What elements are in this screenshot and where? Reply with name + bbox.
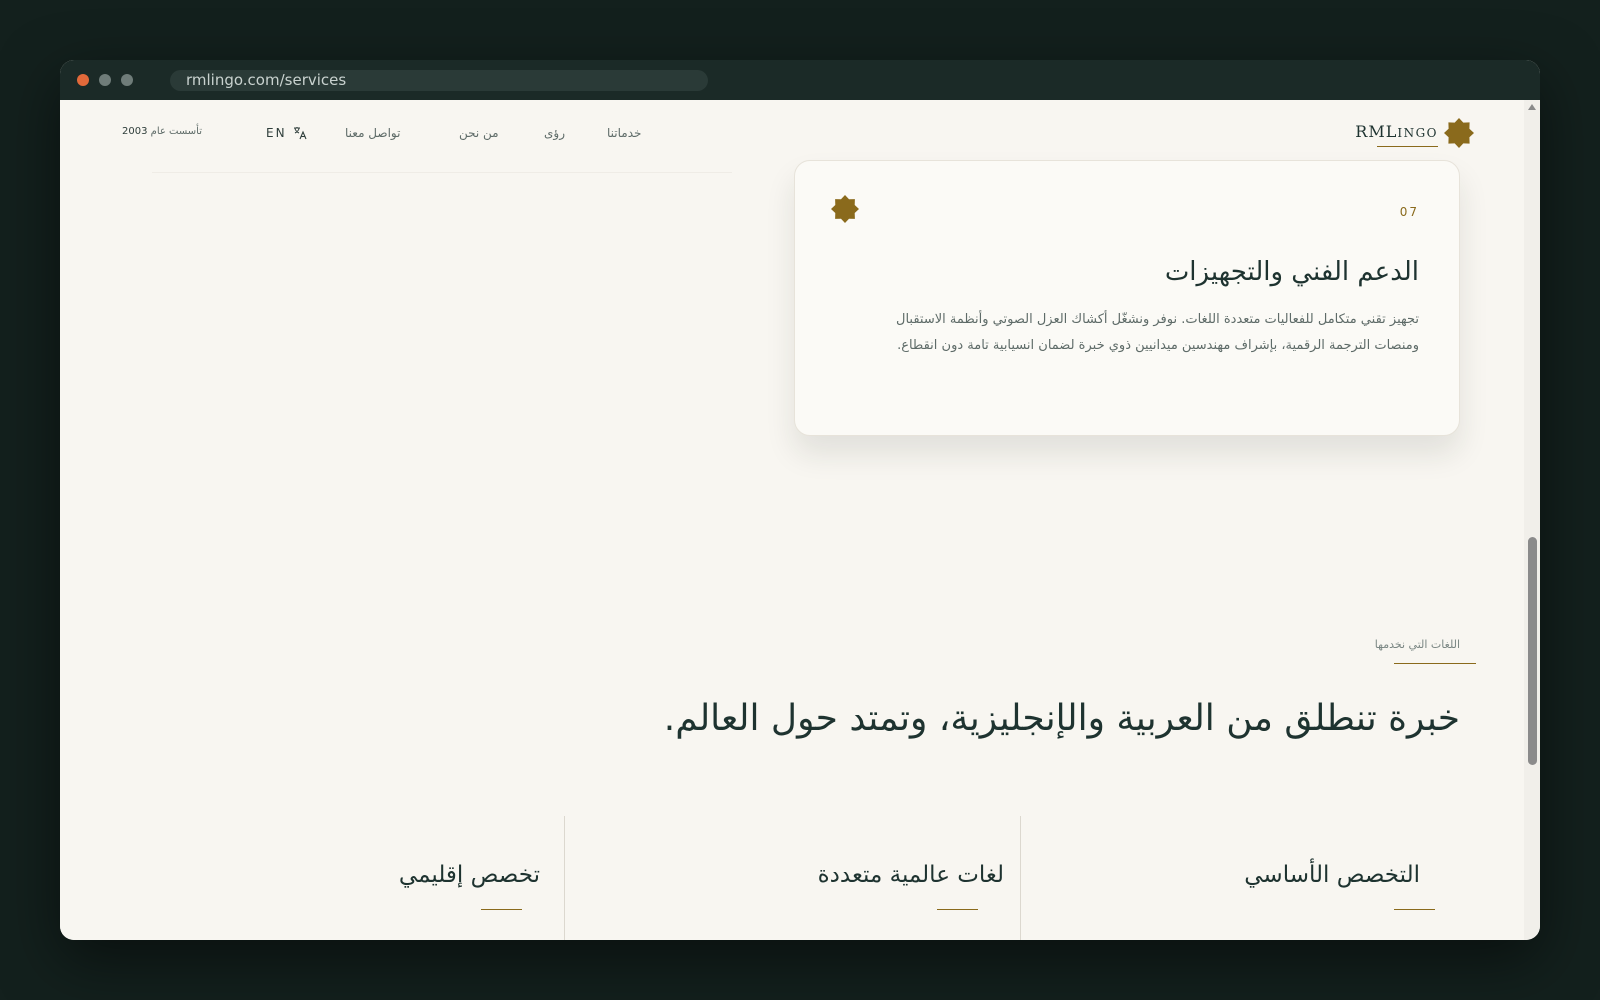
founded-year: 2003 [122,126,148,137]
brand-name: RMLINGO [1355,122,1438,141]
column-title-regional: تخصص إقليمي [398,862,540,888]
section-headline: خبرة تنطلق من العربية والإنجليزية، وتمتد… [663,698,1460,739]
column-divider [1020,816,1021,940]
language-toggle[interactable]: EN [266,126,307,140]
column-underline [937,909,978,910]
eyebrow-underline [1394,663,1476,664]
browser-window: rmlingo.com/services RMLINGO خدماتنا رؤى… [60,60,1540,940]
browser-titlebar: rmlingo.com/services [60,60,1540,100]
scroll-up-arrow[interactable] [1528,104,1536,110]
section-eyebrow: اللغات التي نخدمها [1374,638,1460,651]
column-underline [481,909,522,910]
founded-label: تأسست عام [150,126,202,137]
page-viewport: RMLINGO خدماتنا رؤى من نحن تواصل معنا EN… [60,100,1524,940]
minimize-window-button[interactable] [99,74,111,86]
service-description: تجهيز تقني متكامل للفعاليات متعددة اللغا… [896,312,1419,353]
nav-link-insights[interactable]: رؤى [544,126,565,140]
maximize-window-button[interactable] [121,74,133,86]
scroll-thumb[interactable] [1528,537,1537,765]
nav-link-services[interactable]: خدماتنا [607,126,641,140]
nav-link-contact[interactable]: تواصل معنا [345,126,400,140]
brand-underline [1377,146,1438,147]
language-label: EN [266,126,287,140]
vertical-scrollbar[interactable] [1524,100,1540,940]
column-title-global: لغات عالمية متعددة [817,862,1004,888]
service-number: 07 [1399,205,1419,219]
column-divider [564,816,565,940]
translate-icon [293,127,307,140]
service-card: 07 الدعم الفني والتجهيزات تجهيز تقني متك… [794,160,1460,436]
founded-note: 2003 تأسست عام [122,126,202,137]
header-divider [152,172,732,173]
address-bar[interactable]: rmlingo.com/services [170,70,708,91]
column-title-core: التخصص الأساسي [1244,862,1420,888]
eight-point-star-icon [1444,118,1474,148]
service-title: الدعم الفني والتجهيزات [1164,257,1419,287]
nav-link-about[interactable]: من نحن [459,126,499,140]
close-window-button[interactable] [77,74,89,86]
column-underline [1394,909,1435,910]
eight-point-star-icon [831,195,859,223]
